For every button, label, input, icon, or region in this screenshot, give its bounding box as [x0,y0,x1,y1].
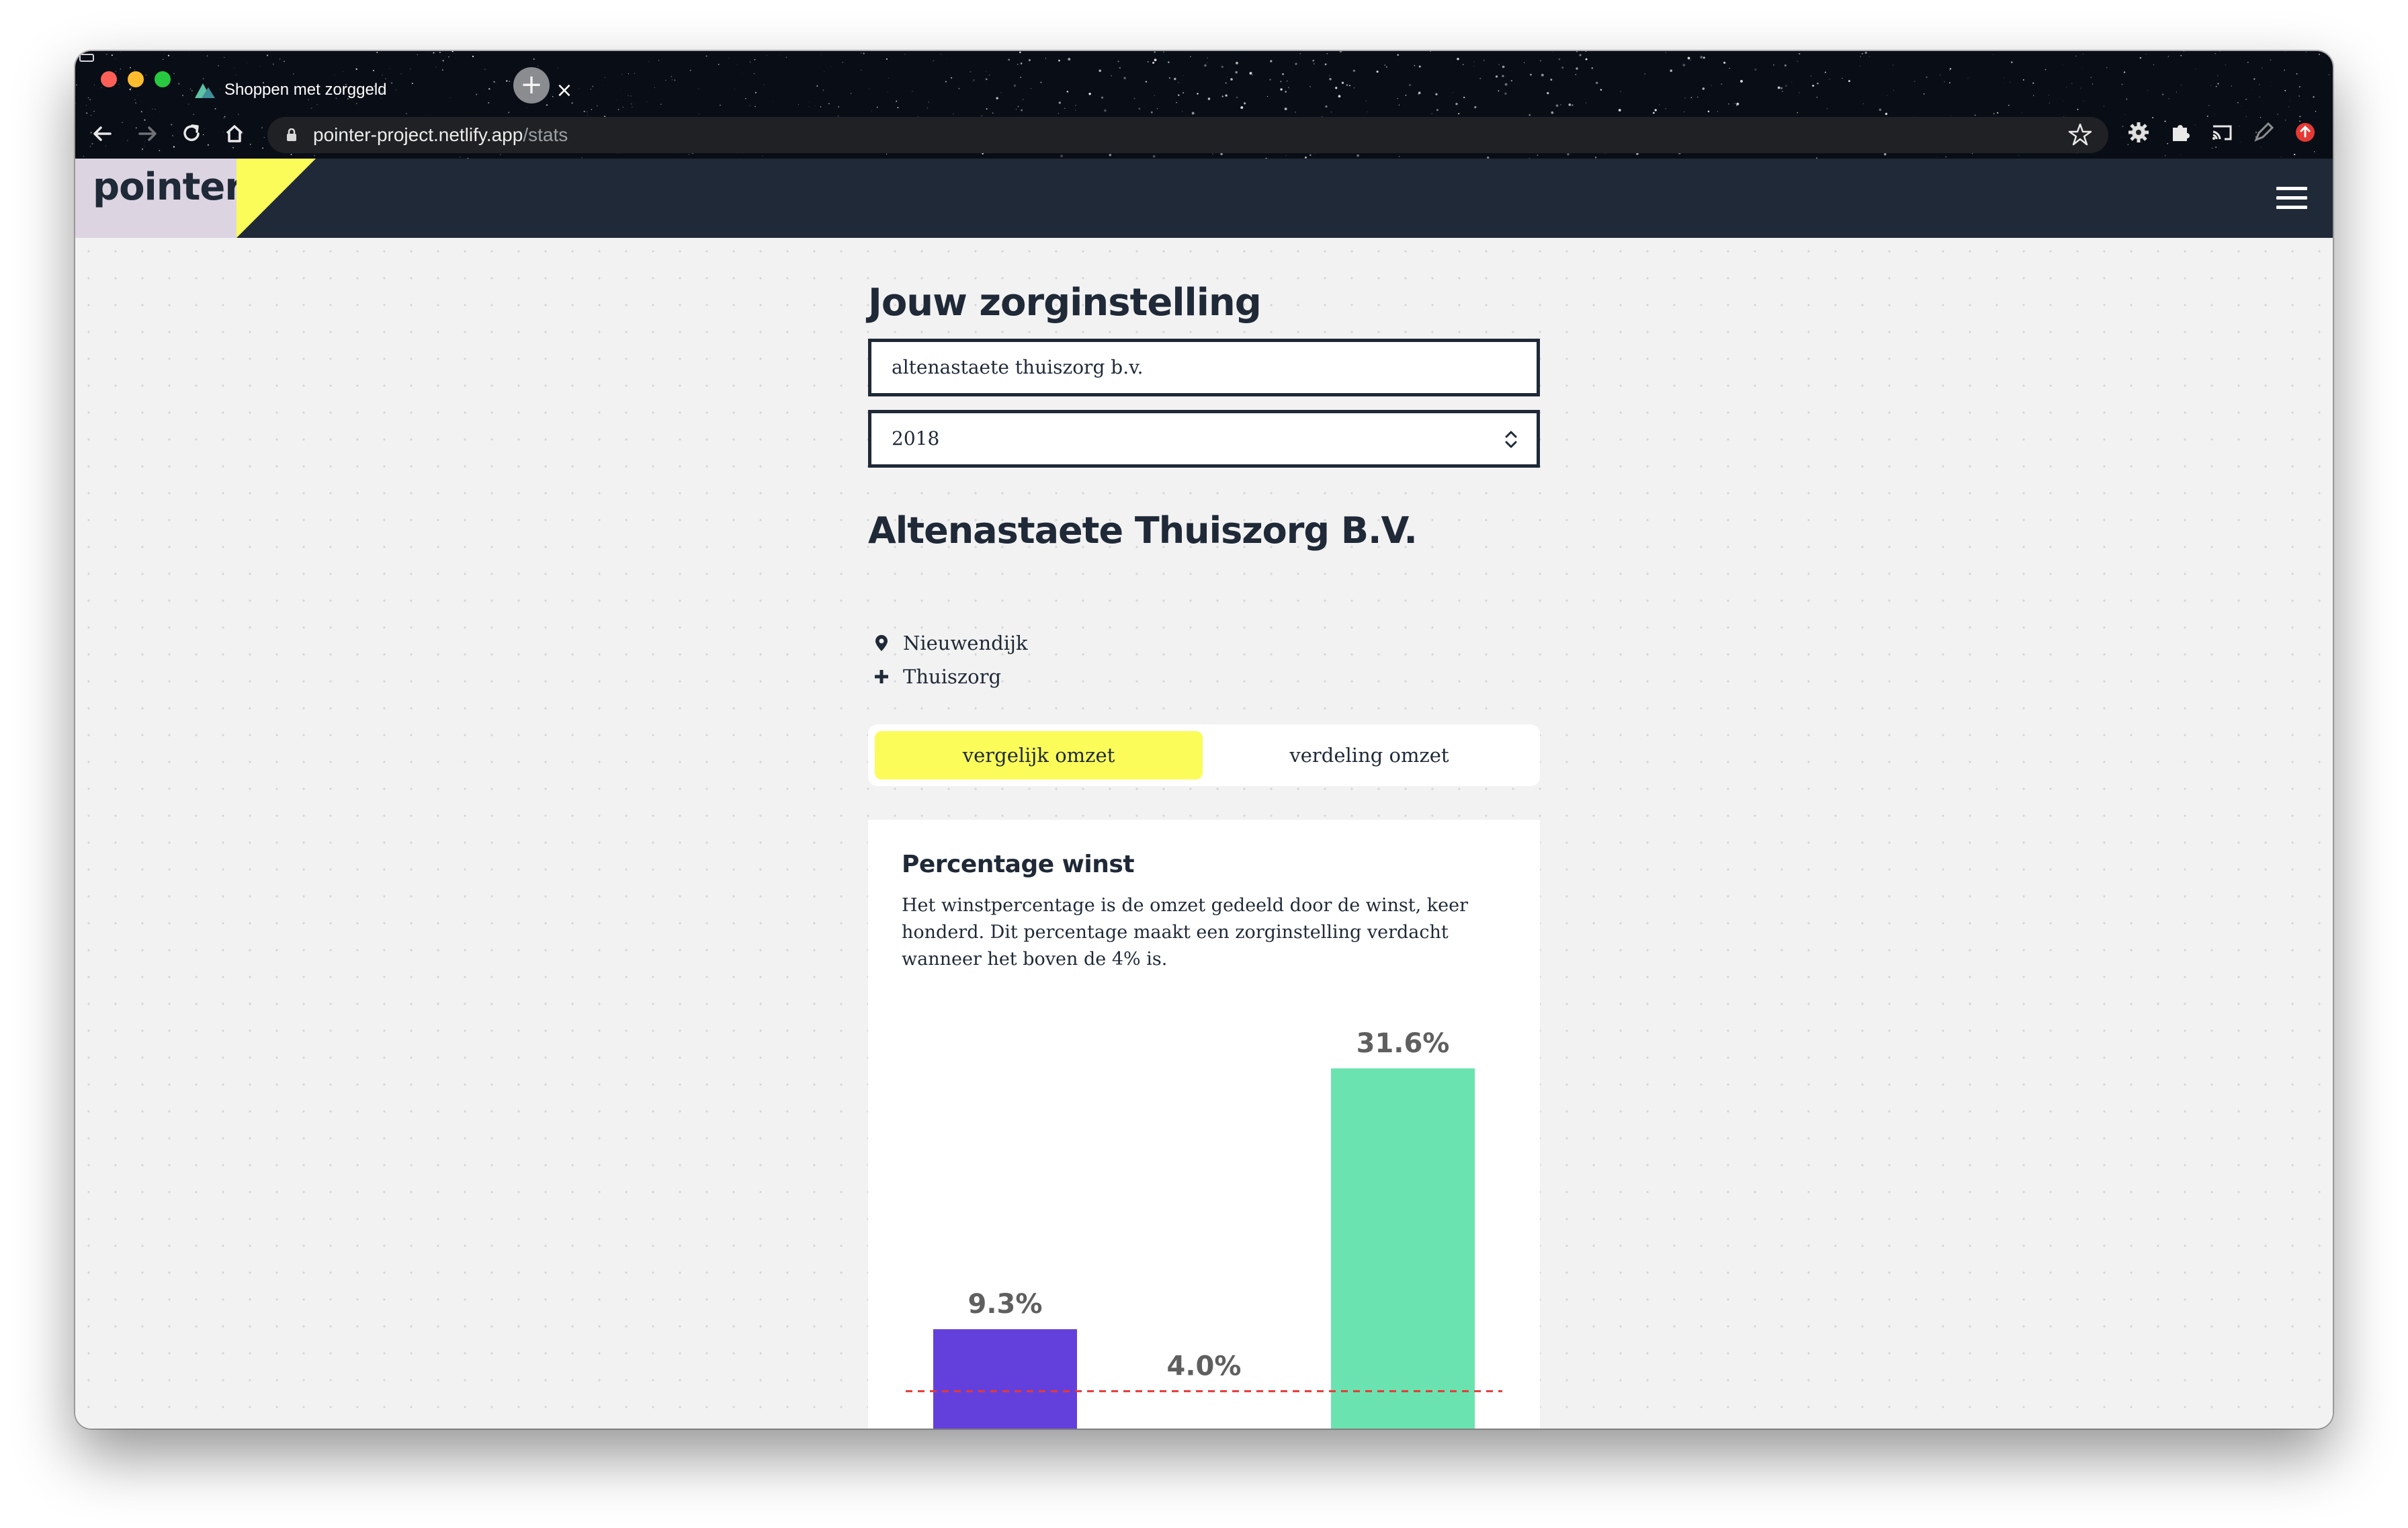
site-favicon-icon [195,83,215,98]
hamburger-menu-icon[interactable] [2276,187,2307,211]
organization-location: Nieuwendijk [873,632,1028,654]
tab-close-icon[interactable]: × [552,79,576,102]
logo-link[interactable]: pointer [75,159,243,238]
minimize-window-button[interactable] [128,71,144,87]
plus-icon [875,670,888,683]
chart-bar-0 [933,1329,1077,1429]
chart-value-label-0: 9.3% [968,1289,1043,1320]
chart-bar-2 [1331,1068,1475,1429]
site-header: pointer [75,159,2333,238]
chart-value-label-1: 4.0% [1167,1351,1242,1382]
extensions-puzzle-icon[interactable] [2165,117,2196,148]
tab-compare-revenue[interactable]: vergelijk omzet [875,731,1203,779]
new-tab-button[interactable]: + [513,67,550,103]
year-select[interactable]: 2018 [868,410,1540,468]
reload-icon[interactable] [176,118,207,149]
cast-icon[interactable] [2206,117,2237,148]
url-host: pointer-project.netlify.app [313,124,523,145]
view-tabs: vergelijk omzet verdeling omzet [868,724,1540,786]
organization-sector: Thuiszorg [873,665,1001,688]
forward-icon[interactable] [132,118,163,149]
tab-revenue-distribution[interactable]: verdeling omzet [1205,731,1533,779]
organization-search-input[interactable]: altenastaete thuiszorg b.v. [868,339,1540,396]
url-path: /stats [523,124,568,145]
page-body: Jouw zorginstelling altenastaete thuiszo… [75,238,2333,1429]
profit-percentage-card: Percentage winst Het winstpercentage is … [868,820,1540,1429]
profit-bar-chart: 9.3% 4.0% 31.6% [906,1028,1502,1429]
sidebar-toggle-icon[interactable] [79,54,94,62]
organization-name: Altenastaete Thuiszorg B.V. [868,509,1418,552]
bookmark-star-icon[interactable] [2067,121,2094,148]
map-pin-icon [875,635,888,651]
lock-icon [287,128,296,141]
tab-title: Shoppen met zorggeld [224,81,387,99]
logo-accent-triangle [236,159,316,238]
page-title: Jouw zorginstelling [868,281,1262,325]
address-bar[interactable]: pointer-project.netlify.app/stats [267,117,2108,153]
maximize-window-button[interactable] [155,71,171,87]
update-alert-icon[interactable] [2290,117,2321,148]
home-icon[interactable] [219,118,250,149]
browser-window: Shoppen met zorggeld × + pointer-project… [75,51,2333,1429]
back-icon[interactable] [87,118,118,149]
close-window-button[interactable] [101,71,117,87]
window-controls [101,71,171,87]
chevron-updown-icon [1505,431,1517,448]
browser-chrome: Shoppen met zorggeld × + pointer-project… [75,51,2333,159]
browser-toolbar: pointer-project.netlify.app/stats [75,113,2333,156]
settings-extension-icon[interactable] [2123,117,2154,148]
card-title: Percentage winst [902,851,1135,878]
pen-extension-icon[interactable] [2248,117,2279,148]
card-description: Het winstpercentage is de omzet gedeeld … [902,895,1469,970]
location-text: Nieuwendijk [903,632,1028,654]
chart-value-label-2: 31.6% [1357,1028,1450,1059]
site-logo: pointer [93,165,243,209]
sector-text: Thuiszorg [903,665,1002,688]
year-select-value: 2018 [892,427,940,450]
